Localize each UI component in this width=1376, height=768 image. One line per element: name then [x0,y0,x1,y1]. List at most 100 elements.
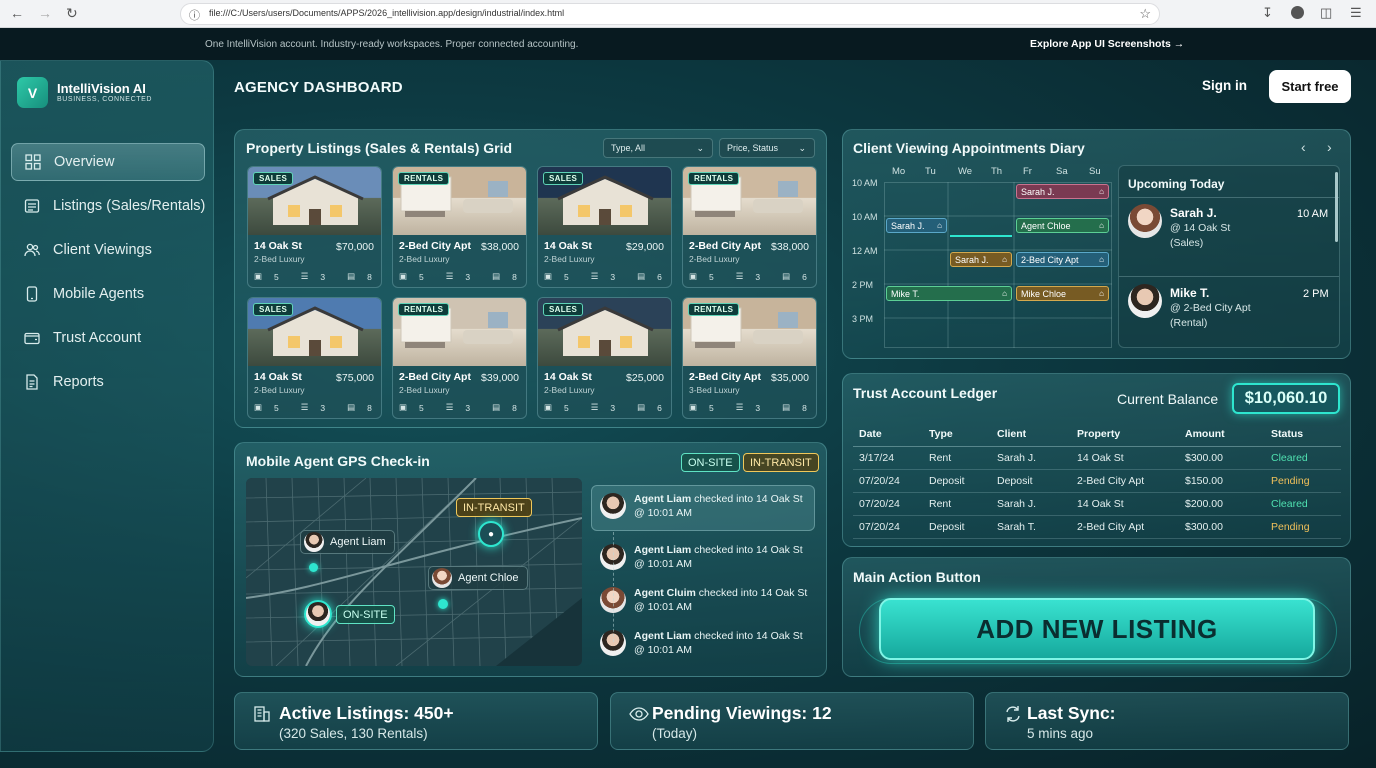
car-icon[interactable]: ● [478,521,504,547]
upcoming-type: (Rental) [1170,317,1208,329]
listing-badge: SALES [543,303,584,316]
bath-count: 3 [320,402,326,413]
event-mike-chloe[interactable]: Mike Chloe ⌂ [1016,286,1109,301]
sidebar-item-reports[interactable]: Reports [11,363,205,401]
checkin-agent: Agent Liam [634,544,692,556]
sidebar-item-overview[interactable]: Overview [11,143,205,181]
ledger-cell: $300.00 [1179,446,1265,470]
checkin-item[interactable]: Agent Cluim checked into 14 Oak St @ 10:0… [591,584,815,628]
listing-subtitle: 2-Bed Luxury [254,385,305,395]
listing-price: $38,000 [481,241,519,253]
listing-card[interactable]: SALES14 Oak St$29,0002-Bed Luxury▣5☰3▤6□ [537,166,672,288]
event-agent-chloe[interactable]: Agent Chloe ⌂ [1016,218,1109,233]
event-sarah-1[interactable]: Sarah J. ⌂ [1016,184,1109,199]
chevron-right-icon[interactable]: › [1327,139,1332,155]
checkin-item[interactable]: Agent Liam checked into 14 Oak St @ 10:01… [591,627,815,671]
location-dot[interactable] [438,599,448,609]
bed-feature: ▣ 5 [544,402,578,413]
stat-title: Pending Viewings: 12 [652,703,832,723]
home-icon: ⌂ [1099,221,1104,230]
ledger-header-cell[interactable]: Client [991,422,1071,447]
signin-button[interactable]: Sign in [1202,78,1247,93]
listing-card[interactable]: RENTALS 2-Bed City Apt $38,000 2-Bed Luxury… [392,166,527,288]
checkin-item[interactable]: Agent Liam checked into 14 Oak St @ 10:01… [591,490,815,534]
sidebar-item-label: Listings (Sales/Rentals) [53,198,206,214]
table-row[interactable]: 07/20/24 Deposit Sarah T. 2-Bed City Apt $30… [853,515,1341,539]
listing-card[interactable]: RENTALS 2-Bed City Apt $35,000 3-Bed Luxury… [682,297,817,419]
listing-card[interactable]: RENTALS 2-Bed City Apt $39,000 2-Bed Luxury… [392,297,527,419]
table-row[interactable]: 3/17/24 Rent Sarah J. 14 Oak St $300.00 Clear… [853,446,1341,470]
table-row[interactable]: 07/20/24 Deposit Deposit 2-Bed City Apt $150… [853,469,1341,493]
stat-detail: (320 Sales, 130 Rentals) [279,726,428,741]
extensions-icon[interactable]: ◫ [1320,5,1336,21]
ledger-cell: Sarah J. [991,446,1071,470]
ledger-header-cell[interactable]: Amount [1179,422,1265,447]
sidebar-item-listings[interactable]: Listings (Sales/Rentals) [11,187,205,225]
scrollbar[interactable] [1335,172,1338,242]
upcoming-time: 10 AM [1297,208,1329,220]
price-filter[interactable]: Price, Status ⌄ [719,138,815,158]
upcoming-panel: Upcoming Today Sarah J. @ 14 Oak St (Sal… [1118,165,1340,348]
bed-icon: ▣ [399,402,408,412]
sidebar-item-trust[interactable]: Trust Account [11,319,205,357]
chevron-left-icon[interactable]: ‹ [1301,139,1306,155]
checkin-verb: checked into [691,630,756,642]
sidebar-item-viewings[interactable]: Client Viewings [11,231,205,269]
diary-time-label: 10 AM [852,212,878,222]
listing-features: ▣5☰3▤6□ [544,402,668,413]
sidebar-item-agents[interactable]: Mobile Agents [11,275,205,313]
car-feature: ▤ 8 [492,271,526,282]
map-agent-chloe[interactable]: Agent Chloe [428,566,528,590]
back-icon[interactable]: ← [10,5,24,21]
location-dot[interactable] [309,563,318,572]
event-city-apt[interactable]: 2-Bed City Apt ⌂ [1016,252,1109,267]
event-label: Mike T. [891,288,920,299]
listing-title: 14 Oak St [254,371,302,383]
event-sarah-3[interactable]: Sarah J. ⌂ [950,252,1012,267]
diary-time-label: 2 PM [852,280,874,290]
account-icon[interactable] [1291,6,1304,19]
ledger-title: Trust Account Ledger [853,385,998,401]
reload-icon[interactable]: ↻ [66,5,78,22]
ledger-cell: 14 Oak St [1071,492,1179,516]
diary-day-label: Su [1089,166,1101,177]
menu-icon[interactable]: ☰ [1350,5,1366,21]
listing-card[interactable]: SALES14 Oak St$25,0002-Bed Luxury▣5☰3▤6□ [537,297,672,419]
listing-badge: RENTALS [688,303,740,316]
ledger-header-cell[interactable]: Type [923,422,991,447]
listing-icon [24,199,40,213]
table-row[interactable]: 07/20/24 Rent Sarah J. 14 Oak St $200.00 Clea… [853,492,1341,516]
checkin-time: @ 10:01 AM [634,507,692,519]
avatar[interactable] [304,600,332,628]
type-filter[interactable]: Type, All ⌄ [603,138,713,158]
add-listing-button[interactable]: ADD NEW LISTING [879,598,1315,660]
explore-link[interactable]: Explore App UI Screenshots → [1030,38,1184,50]
event-mike[interactable]: Mike T. ⌂ [886,286,1012,301]
map-agent-liam[interactable]: Agent Liam [300,530,395,554]
checkin-text: Agent Liam checked into 14 Oak St @ 10:01… [634,543,803,571]
stat-active-listings: Active Listings: 450+ (320 Sales, 130 Re… [234,692,598,750]
download-icon[interactable]: ↧ [1262,5,1278,21]
event-sarah-2[interactable]: Sarah J. ⌂ [886,218,947,233]
ledger-cell: $200.00 [1179,492,1265,516]
listing-price: $35,000 [771,372,809,384]
upcoming-name: Sarah J. [1170,206,1217,220]
listing-features: ▣5☰3▤8□ [689,402,813,413]
ledger-header-cell[interactable]: Status [1265,422,1341,447]
car-feature: ▤ 6 [782,271,816,282]
event-label: Sarah J. [955,254,989,265]
ledger-header-cell[interactable]: Date [853,422,923,447]
listing-card[interactable]: SALES14 Oak St$75,0002-Bed Luxury▣5☰3▤8□ [247,297,382,419]
start-free-button[interactable]: Start free [1269,70,1351,103]
diary-day-label: Sa [1056,166,1068,177]
sync-icon [1006,706,1020,722]
listing-card[interactable]: RENTALS 2-Bed City Apt $38,000 2-Bed Luxury… [682,166,817,288]
bed-count: 5 [709,271,714,282]
address-bar[interactable]: ⓘ file:///C:/Users/users/Documents/APPS/… [180,3,1160,25]
checkin-item[interactable]: Agent Liam checked into 14 Oak St @ 10:01… [591,541,815,585]
transit-map-tag: IN-TRANSIT [456,498,532,517]
star-icon[interactable]: ☆ [1139,6,1151,22]
listing-card[interactable]: SALES14 Oak St$70,0002-Bed Luxury▣5☰3▤8□ [247,166,382,288]
ledger-header-cell[interactable]: Property [1071,422,1179,447]
forward-icon[interactable]: → [38,5,52,21]
